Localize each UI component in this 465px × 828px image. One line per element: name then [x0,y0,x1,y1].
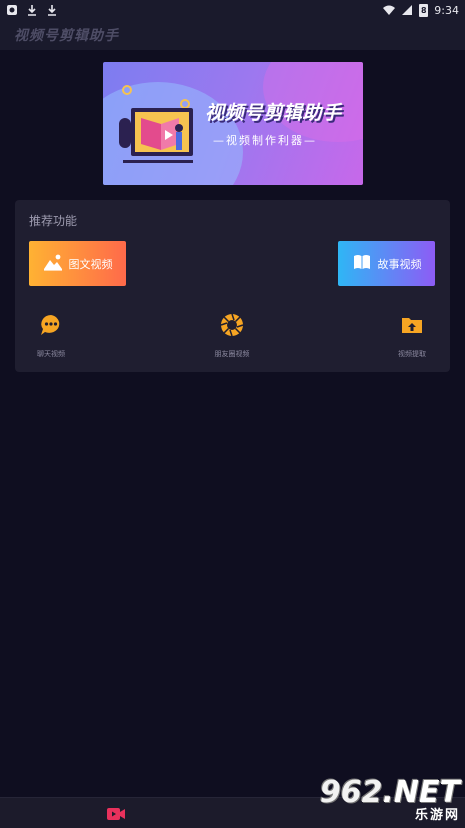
banner-subtitle: —视频制作利器— [213,134,317,147]
status-bar: 8 9:34 [0,0,465,20]
moments-video-label: 朋友圈视频 [214,350,250,358]
video-camera-icon[interactable] [106,805,126,823]
aperture-icon [220,313,244,341]
download-icon [26,4,38,16]
video-editing-illustration [119,85,193,163]
watermark-logo: 962.NET [320,778,460,808]
battery-icon: 8 [419,3,429,17]
signal-icon [401,4,413,16]
download-icon [46,4,58,16]
status-time: 9:34 [434,3,459,17]
image-text-video-button[interactable]: 图文视频 [29,241,126,286]
chat-bubble-icon [39,313,63,341]
watermark-domain: .NET [382,775,460,810]
app-notification-icon [6,4,18,16]
book-icon [352,253,372,274]
image-text-video-label: 图文视频 [68,257,113,271]
banner-title: 视频号剪辑助手 [205,102,342,124]
recommend-card: 推荐功能 图文视频 故事视频 聊天视频 朋友圈视频 视频提取 [15,200,450,372]
moments-video-item[interactable]: 朋友圈视频 [202,313,262,359]
video-extract-item[interactable]: 视频提取 [382,313,442,359]
story-video-label: 故事视频 [377,257,422,271]
story-video-button[interactable]: 故事视频 [338,241,435,286]
folder-upload-icon [400,313,424,341]
watermark-site-name: 乐游网 [414,808,460,823]
image-icon [43,253,63,274]
site-watermark: 962.NET 乐游网 [320,778,460,824]
app-header: 视频号剪辑助手 [0,20,465,50]
chat-video-item[interactable]: 聊天视频 [21,313,81,359]
battery-level: 8 [421,5,427,15]
video-extract-label: 视频提取 [398,350,426,358]
wifi-icon [383,4,396,16]
promo-banner[interactable]: 视频号剪辑助手 —视频制作利器— [103,62,363,185]
recommend-title: 推荐功能 [29,214,78,228]
app-title: 视频号剪辑助手 [14,28,119,44]
chat-video-label: 聊天视频 [37,350,65,358]
watermark-number: 962 [319,775,383,810]
